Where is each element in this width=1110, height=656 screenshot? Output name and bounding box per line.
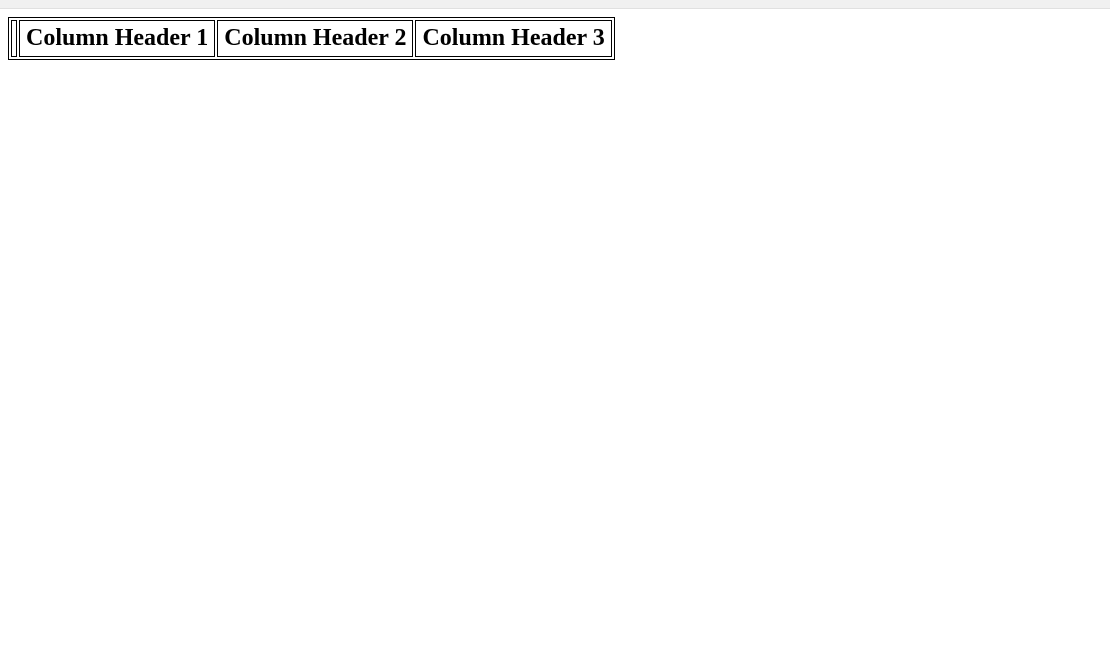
table-header-col2: Column Header 2	[217, 20, 413, 57]
data-table: Column Header 1 Column Header 2 Column H…	[8, 17, 615, 60]
table-header-row: Column Header 1 Column Header 2 Column H…	[11, 20, 612, 57]
table-header-col3: Column Header 3	[415, 20, 611, 57]
page-content: Column Header 1 Column Header 2 Column H…	[0, 9, 1110, 68]
window-top-bar	[0, 0, 1110, 9]
table-header-col1: Column Header 1	[19, 20, 215, 57]
table-header-empty	[11, 20, 17, 57]
